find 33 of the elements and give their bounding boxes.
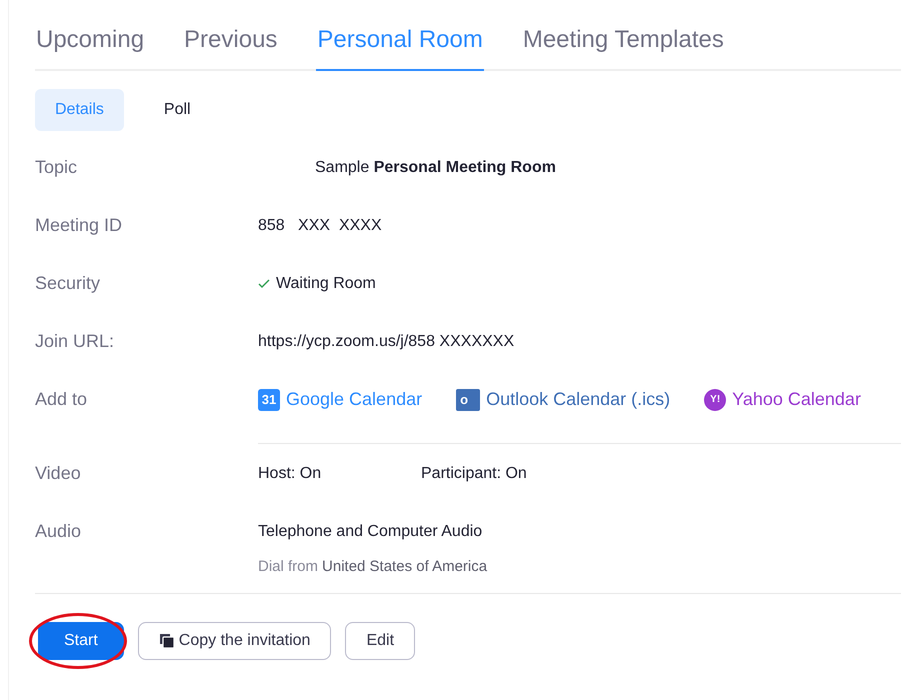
field-label: Add to: [35, 388, 88, 411]
badge-icon: Y!: [704, 388, 726, 410]
field-label: Video: [35, 462, 82, 485]
sub-tab[interactable]: Details: [35, 89, 124, 131]
field-label: Meeting ID: [35, 214, 124, 237]
tab[interactable]: Meeting Templates: [522, 0, 725, 71]
calendar-icon: 31: [258, 388, 280, 410]
field-label: Topic: [35, 156, 78, 179]
field-value: Host: On: [258, 464, 322, 484]
action-button[interactable]: Edit: [345, 622, 416, 660]
topic-value: Sample Personal Meeting Room: [314, 159, 556, 176]
field-label: Security: [35, 272, 102, 295]
copy-icon: [158, 632, 175, 648]
tab[interactable]: Upcoming: [35, 0, 146, 71]
tab[interactable]: Personal Room: [316, 0, 484, 71]
field-value: Telephone and Computer Audio: [258, 522, 484, 542]
check-icon: [258, 279, 270, 289]
calendar-link[interactable]: 31 Google Calendar: [258, 386, 422, 413]
action-button[interactable]: Copy the invitation: [138, 622, 332, 660]
calendar-link[interactable]: o Outlook Calendar (.ics): [456, 386, 670, 413]
field-value: https://ycp.zoom.us/j/858 XXXXXXX: [258, 333, 514, 350]
mail-icon: o: [456, 388, 480, 410]
tab[interactable]: Previous: [183, 0, 278, 71]
field-value: 858 XXX XXXX: [258, 217, 382, 234]
calendar-link[interactable]: Y! Yahoo Calendar: [704, 386, 861, 413]
field-label: Join URL:: [35, 330, 116, 353]
field-hint: Dial from: [258, 557, 318, 577]
field-value: Waiting Room: [276, 274, 376, 294]
sub-tab[interactable]: Poll: [146, 89, 209, 131]
field-label: Audio: [35, 520, 82, 543]
field-value: Participant: On: [421, 464, 528, 484]
start-button[interactable]: Start: [38, 622, 124, 660]
field-value: United States of America: [322, 557, 488, 577]
